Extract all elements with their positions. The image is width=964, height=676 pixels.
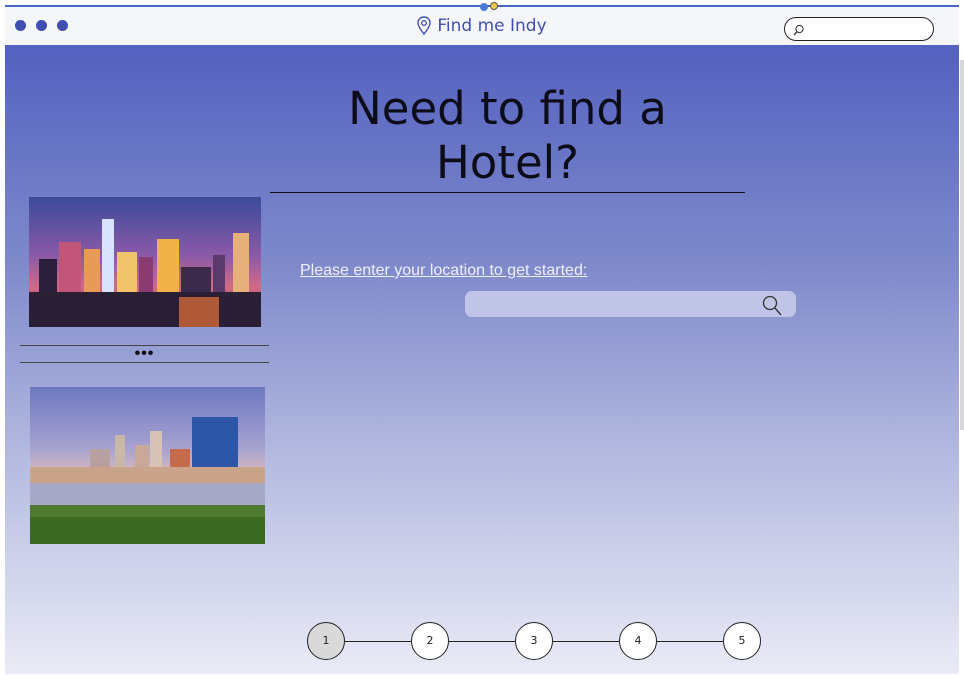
rotation-handle[interactable] — [490, 2, 498, 10]
location-search-input[interactable] — [475, 295, 759, 315]
step-2[interactable]: 2 — [411, 622, 449, 660]
step-1[interactable]: 1 — [307, 622, 345, 660]
title-bar: Find me Indy — [5, 5, 959, 45]
app-window: Find me Indy Need to find a Hotel? ••• P… — [5, 5, 959, 674]
search-icon — [793, 23, 805, 41]
image-divider[interactable]: ••• — [20, 345, 269, 363]
location-prompt: Please enter your location to get starte… — [300, 262, 588, 279]
riverfront-skyline-image — [30, 387, 265, 544]
city-night-image — [29, 197, 261, 327]
step-3[interactable]: 3 — [515, 622, 553, 660]
more-options-button[interactable]: ••• — [20, 345, 269, 363]
main-content: Need to find a Hotel? ••• Please enter y… — [5, 45, 959, 674]
app-title-text: Find me Indy — [437, 16, 547, 36]
top-search-box[interactable] — [784, 17, 934, 41]
step-5[interactable]: 5 — [723, 622, 761, 660]
location-search-box[interactable] — [465, 291, 796, 317]
page-title: Need to find a Hotel? — [270, 82, 745, 193]
step-4[interactable]: 4 — [619, 622, 657, 660]
top-search-input[interactable] — [809, 21, 928, 39]
map-pin-icon — [417, 16, 432, 40]
search-icon[interactable] — [761, 295, 783, 322]
selection-handle[interactable] — [480, 3, 488, 11]
progress-stepper: 1 2 3 4 5 — [307, 622, 765, 662]
scrollbar[interactable] — [960, 60, 964, 430]
